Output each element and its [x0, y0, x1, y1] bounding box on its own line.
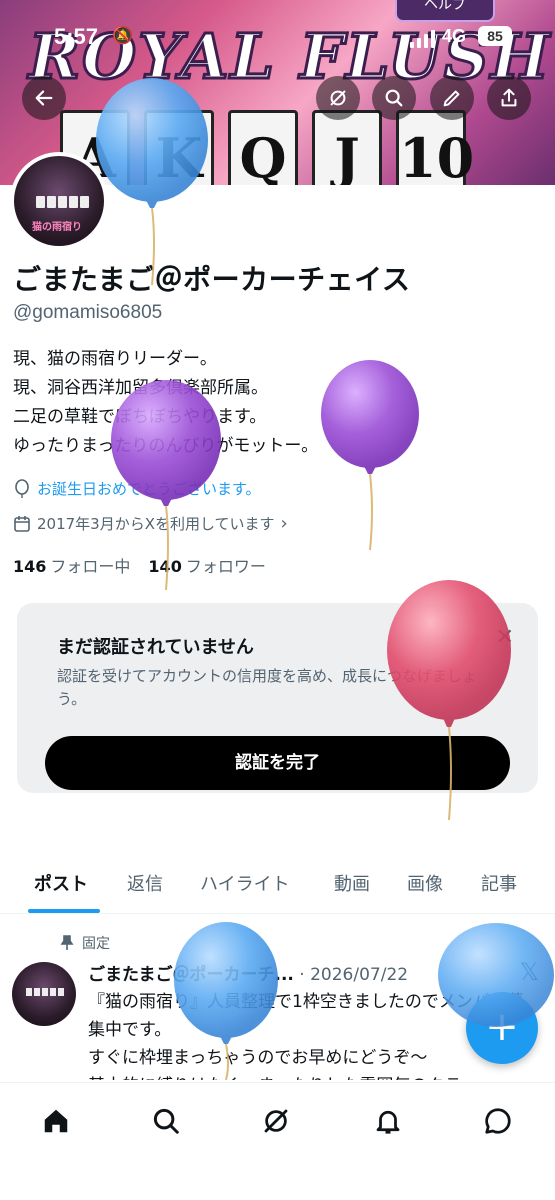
silent-bell-icon: 🔕 [112, 26, 134, 46]
bio-line: 二足の草鞋でぼちぼちやります。 [13, 407, 267, 427]
banner-card: 10 [396, 110, 474, 185]
pin-icon [60, 935, 74, 950]
message-icon [485, 1108, 511, 1134]
status-time: 5:57 [54, 24, 99, 49]
following-count: 146 [13, 557, 47, 576]
tab-articles[interactable]: 記事 [481, 870, 517, 896]
joined-text: 2017年3月からXを利用しています [37, 515, 275, 533]
bio-line: ゆったりまったりのんびりがモットー。 [13, 436, 319, 456]
tab-posts[interactable]: ポスト [34, 870, 88, 896]
birthday-row: お誕生日おめでとうございます。 [13, 478, 261, 499]
close-icon[interactable]: ✕ [496, 625, 514, 650]
following-label: フォロー中 [50, 557, 131, 576]
edit-icon [443, 90, 460, 107]
banner-help-label: ヘルプ [395, 0, 495, 22]
nav-grok[interactable] [256, 1101, 296, 1141]
edit-button[interactable] [430, 76, 474, 120]
bottom-navigation [0, 1082, 555, 1200]
post-avatar[interactable] [12, 962, 76, 1026]
nav-search[interactable] [146, 1101, 186, 1141]
profile-bio: 現、猫の雨宿りリーダー。 現、洞谷西洋加留多倶楽部所属。 二足の草鞋でぼちぼちや… [13, 345, 318, 461]
post-author[interactable]: ごまたまご＠ポーカーチ... [88, 965, 294, 985]
following-link[interactable]: 146 フォロー中 [13, 553, 130, 577]
profile-handle: @gomamiso6805 [13, 302, 163, 323]
tab-highlights[interactable]: ハイライト [200, 870, 290, 896]
x-logo-icon: 𝕏 [519, 958, 539, 986]
network-type: 4G [442, 26, 467, 46]
post-header: ごまたまご＠ポーカーチ... · 2026/07/22 [88, 960, 528, 985]
tab-replies[interactable]: 返信 [127, 870, 163, 896]
banner-card: J [312, 110, 382, 185]
bio-line: 現、洞谷西洋加留多倶楽部所属。 [13, 378, 268, 398]
balloon-icon [15, 478, 29, 498]
profile-tabs: ポスト 返信 ハイライト 動画 画像 記事 [0, 858, 555, 914]
followers-count: 140 [148, 557, 182, 576]
pinned-indicator: 固定 [60, 933, 110, 953]
verification-description: 認証を受けてアカウントの信用度を高め、成長につなげましょう。 [57, 667, 478, 708]
pinned-label: 固定 [82, 936, 110, 952]
avatar-text: 猫の雨宿り [32, 222, 82, 233]
nav-messages[interactable] [478, 1101, 518, 1141]
share-icon [501, 88, 517, 107]
search-icon [385, 89, 403, 107]
calendar-icon [14, 515, 30, 532]
joined-row[interactable]: 2017年3月からXを利用しています › [13, 513, 288, 534]
signal-icon [410, 30, 435, 48]
back-arrow-icon [35, 90, 53, 106]
back-button[interactable] [22, 76, 66, 120]
followers-label: フォロワー [185, 557, 266, 576]
compose-button[interactable]: + [466, 992, 538, 1064]
battery-level: 85 [478, 26, 512, 46]
avatar-cards [36, 196, 89, 208]
status-bar: 5:57 🔕 4G 85 [0, 20, 555, 56]
banner-card: Q [228, 110, 298, 185]
home-icon [44, 1109, 68, 1133]
verification-title: まだ認証されていません [57, 637, 254, 658]
nav-home[interactable] [36, 1101, 76, 1141]
bio-line: 現、猫の雨宿りリーダー。 [13, 349, 217, 369]
follow-stats: 146 フォロー中 140 フォロワー [13, 553, 266, 577]
profile-name: ごまたまご＠ポーカーチェイス [13, 263, 411, 296]
complete-verification-button[interactable]: 認証を完了 [45, 736, 510, 790]
active-tab-indicator [28, 909, 100, 913]
tab-videos[interactable]: 動画 [334, 870, 370, 896]
post-date: · 2026/07/22 [299, 965, 409, 985]
profile-avatar[interactable]: 猫の雨宿り [10, 152, 108, 250]
share-button[interactable] [487, 76, 531, 120]
nav-notifications[interactable] [368, 1101, 408, 1141]
chevron-right-icon: › [280, 513, 288, 534]
search-button[interactable] [372, 76, 416, 120]
tab-images[interactable]: 画像 [407, 870, 443, 896]
avatar-cards [26, 988, 64, 996]
banner-cards: A K Q J 10 [60, 110, 474, 185]
search-icon [153, 1108, 179, 1134]
birthday-text[interactable]: お誕生日おめでとうございます。 [37, 478, 261, 499]
balloon-purple [321, 360, 419, 551]
grok-icon [264, 1109, 288, 1133]
followers-link[interactable]: 140 フォロワー [148, 553, 265, 577]
grok-button[interactable] [316, 76, 360, 120]
banner-card: K [144, 110, 214, 185]
bell-icon [376, 1110, 400, 1134]
verification-card: まだ認証されていません 認証を受けてアカウントの信用度を高め、成長につなげましょ… [17, 603, 538, 793]
grok-icon [330, 90, 346, 106]
